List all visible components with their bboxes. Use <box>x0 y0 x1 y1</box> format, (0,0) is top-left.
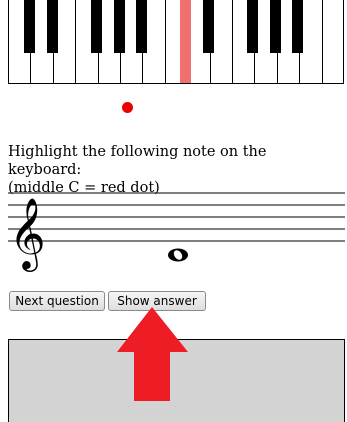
white-key[interactable] <box>322 0 343 83</box>
show-answer-button[interactable]: Show answer <box>108 291 206 311</box>
black-key-g-sharp[interactable] <box>114 0 125 53</box>
highlighted-black-key[interactable] <box>180 0 191 83</box>
black-key-g-sharp[interactable] <box>270 0 281 53</box>
white-key[interactable] <box>300 0 323 83</box>
piano-keyboard <box>8 0 344 84</box>
black-key-a-sharp[interactable] <box>136 0 147 53</box>
black-key-a-sharp[interactable] <box>292 0 303 53</box>
treble-clef-icon: 𝄞 <box>9 196 46 272</box>
black-key-c-sharp[interactable] <box>24 0 35 53</box>
black-key-d-sharp[interactable] <box>47 0 58 53</box>
black-key-d-sharp[interactable] <box>203 0 214 53</box>
whole-note <box>168 248 188 262</box>
black-key-f-sharp[interactable] <box>247 0 258 53</box>
next-question-button[interactable]: Next question <box>9 291 105 311</box>
middle-c-marker <box>122 102 133 113</box>
music-staff: 𝄞 <box>8 192 345 272</box>
black-key-f-sharp[interactable] <box>91 0 102 53</box>
instruction-line-1: Highlight the following note on the keyb… <box>8 144 267 178</box>
answer-area <box>8 339 345 422</box>
